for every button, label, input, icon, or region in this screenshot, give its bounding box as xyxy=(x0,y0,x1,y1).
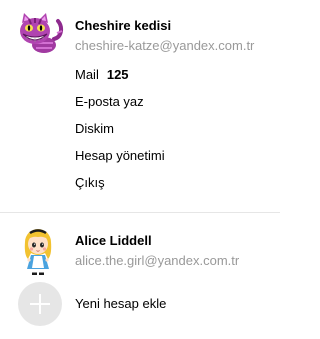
menu-item-disk[interactable]: Diskim xyxy=(75,120,275,147)
menu-item-mail[interactable]: Mail 125 xyxy=(75,66,275,93)
plus-icon xyxy=(18,282,62,326)
account-switcher-panel: Cheshire kedisi cheshire-katze@yandex.co… xyxy=(0,0,280,339)
current-account-email: cheshire-katze@yandex.com.tr xyxy=(75,38,255,53)
other-account-item[interactable]: Alice Liddell alice.the.girl@yandex.com.… xyxy=(0,213,280,275)
add-account-label: Yeni hesap ekle xyxy=(75,296,167,311)
menu-item-account-management[interactable]: Hesap yönetimi xyxy=(75,147,275,174)
menu-item-logout[interactable]: Çıkış xyxy=(75,174,275,201)
other-account-email: alice.the.girl@yandex.com.tr xyxy=(75,253,240,268)
menu-item-compose[interactable]: E-posta yaz xyxy=(75,93,275,120)
current-account-section: Cheshire kedisi cheshire-katze@yandex.co… xyxy=(0,0,280,212)
cheshire-cat-avatar-icon xyxy=(18,13,64,55)
account-menu: Mail 125 E-posta yaz Diskim Hesap yönetim… xyxy=(75,66,275,201)
other-account-name: Alice Liddell xyxy=(75,233,152,248)
mail-label: Mail xyxy=(75,67,99,82)
add-account-button[interactable]: Yeni hesap ekle xyxy=(0,280,280,326)
current-account-name: Cheshire kedisi xyxy=(75,18,172,33)
mail-unread-count: 125 xyxy=(106,67,129,82)
alice-avatar-icon xyxy=(22,227,54,275)
